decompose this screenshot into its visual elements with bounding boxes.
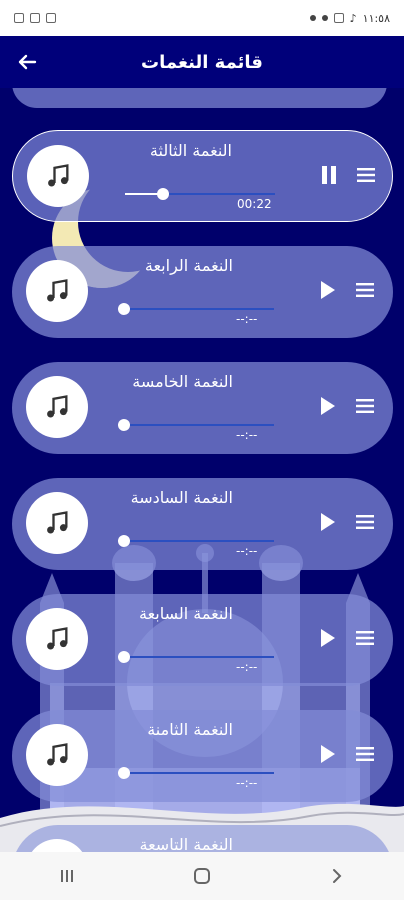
drag-handle-icon (356, 747, 374, 761)
tone-card-7[interactable]: النغمة السابعة --:-- (12, 594, 393, 686)
list-item-previous[interactable] (12, 88, 387, 108)
tone-time: --:-- (236, 660, 258, 674)
play-button[interactable] (315, 393, 341, 419)
home-icon (193, 868, 210, 884)
tone-name: النغمة الرابعة (144, 256, 233, 275)
status-icons-left (14, 13, 56, 23)
drag-handle-button[interactable] (352, 277, 378, 303)
system-nav-bar (0, 852, 404, 900)
play-icon (321, 513, 335, 531)
tone-card-5[interactable]: النغمة الخامسة --:-- (12, 362, 393, 454)
tone-avatar (26, 839, 88, 852)
tone-time: 00:22 (237, 197, 272, 211)
music-note-icon (47, 627, 68, 650)
home-button[interactable] (182, 860, 222, 892)
tone-avatar (26, 492, 88, 554)
music-note-icon (47, 395, 68, 418)
play-icon (321, 397, 335, 415)
music-note-icon (47, 743, 68, 766)
drag-handle-button[interactable] (352, 741, 378, 767)
slider-thumb[interactable] (118, 651, 130, 663)
tone-avatar (26, 376, 88, 438)
page-title: قائمة النغمات (141, 51, 263, 73)
pause-button[interactable] (316, 162, 342, 188)
progress-slider[interactable] (125, 188, 275, 200)
drag-handle-icon (357, 168, 375, 182)
drag-handle-button[interactable] (352, 393, 378, 419)
tone-name: النغمة التاسعة (139, 835, 233, 852)
music-status-icon: ♪ (349, 11, 357, 25)
status-bar: ♪ ١١:٥٨ (0, 0, 404, 36)
drag-handle-button[interactable] (352, 625, 378, 651)
tone-list[interactable]: النغمة الثالثة 00:22 النغمة الرابعة --:-… (0, 88, 404, 852)
play-icon (321, 745, 335, 763)
notification-icon (14, 13, 24, 23)
progress-slider[interactable] (118, 535, 274, 547)
back-nav-button[interactable] (317, 860, 357, 892)
tone-card-4[interactable]: النغمة الرابعة --:-- (12, 246, 393, 338)
tone-time: --:-- (236, 312, 258, 326)
arrow-left-icon (18, 54, 37, 70)
tone-avatar (26, 608, 88, 670)
signal-icon (30, 13, 40, 23)
music-note-icon (47, 279, 68, 302)
drag-handle-icon (356, 631, 374, 645)
play-icon (321, 281, 335, 299)
drag-handle-button[interactable] (353, 162, 379, 188)
slider-thumb[interactable] (118, 535, 130, 547)
tone-avatar (26, 260, 88, 322)
tone-name: النغمة الثامنة (147, 720, 233, 739)
recent-apps-icon (61, 870, 74, 882)
progress-slider[interactable] (118, 303, 274, 315)
recent-apps-button[interactable] (47, 860, 87, 892)
tone-name: النغمة الخامسة (132, 372, 233, 391)
play-button[interactable] (315, 741, 341, 767)
slider-thumb[interactable] (156, 188, 169, 200)
tone-name: النغمة السابعة (139, 604, 233, 623)
slider-thumb[interactable] (118, 303, 130, 315)
status-time: ١١:٥٨ (362, 11, 390, 25)
dot-icon (309, 15, 316, 21)
chevron-right-icon (332, 869, 342, 883)
gallery-icon (333, 13, 344, 23)
tone-card-9[interactable]: النغمة التاسعة (12, 825, 393, 852)
tone-card-3[interactable]: النغمة الثالثة 00:22 (12, 130, 393, 222)
tone-card-6[interactable]: النغمة السادسة --:-- (12, 478, 393, 570)
slider-thumb[interactable] (118, 767, 130, 779)
play-button[interactable] (315, 509, 341, 535)
drag-handle-icon (356, 515, 374, 529)
progress-slider[interactable] (118, 419, 274, 431)
record-icon (321, 15, 328, 21)
tone-name: النغمة السادسة (130, 488, 233, 507)
progress-slider[interactable] (118, 767, 274, 779)
play-button[interactable] (315, 625, 341, 651)
drag-handle-button[interactable] (352, 509, 378, 535)
drag-handle-icon (356, 399, 374, 413)
music-note-icon (47, 511, 68, 534)
pause-icon (322, 166, 336, 184)
wifi-icon (46, 13, 56, 23)
slider-thumb[interactable] (118, 419, 130, 431)
tone-avatar (27, 145, 89, 207)
status-icons-right: ♪ ١١:٥٨ (309, 11, 390, 25)
tone-time: --:-- (236, 544, 258, 558)
tone-name: النغمة الثالثة (149, 141, 232, 160)
back-button[interactable] (12, 48, 42, 76)
tone-avatar (26, 724, 88, 786)
play-icon (321, 629, 335, 647)
music-note-icon (48, 164, 69, 187)
progress-slider[interactable] (118, 651, 274, 663)
drag-handle-icon (356, 283, 374, 297)
app-bar: قائمة النغمات (0, 36, 404, 88)
play-button[interactable] (315, 277, 341, 303)
tone-time: --:-- (236, 428, 258, 442)
